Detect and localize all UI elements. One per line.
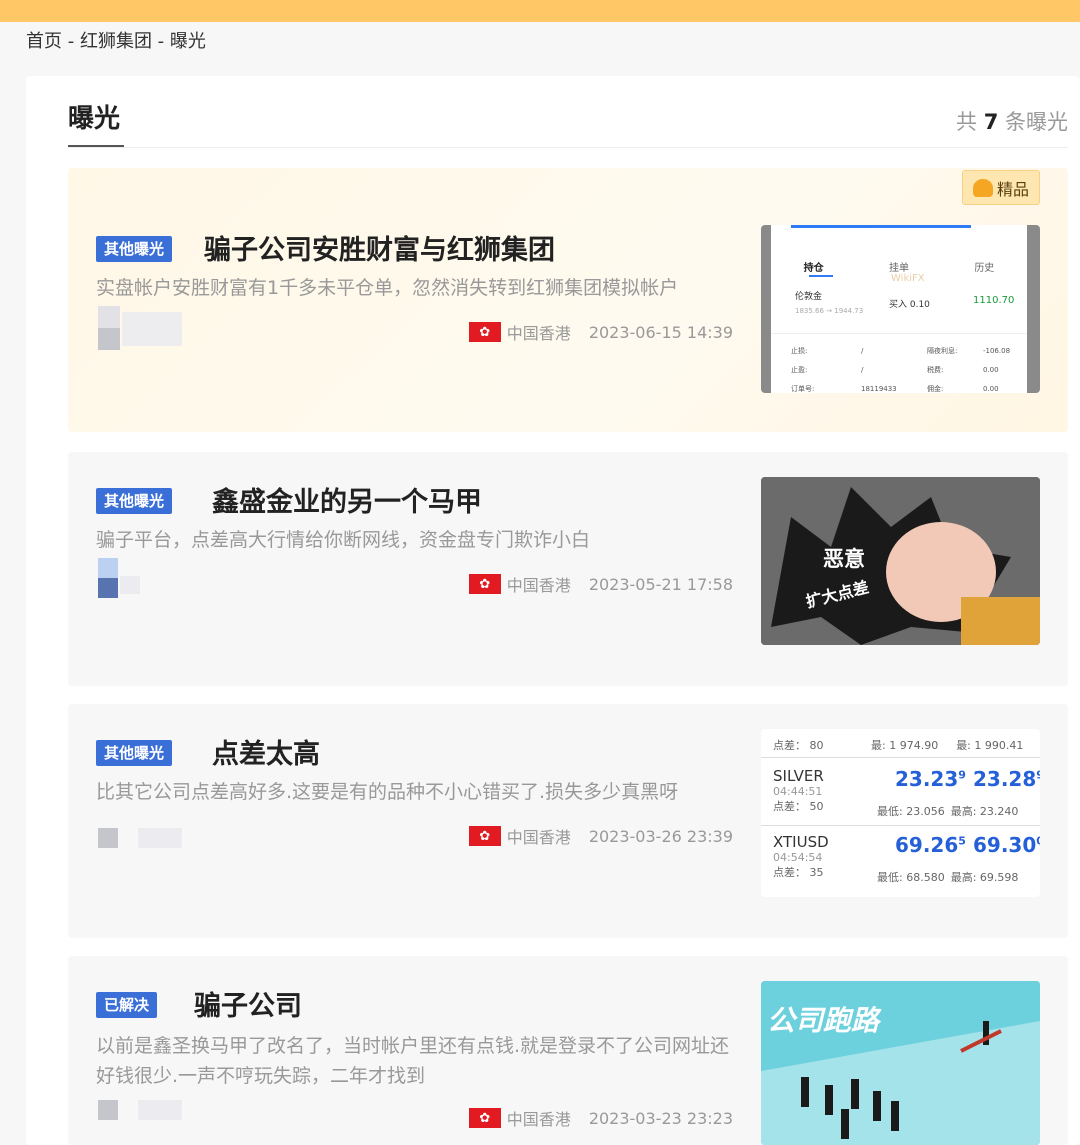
card-description: 骗子平台，点差高大行情给你断网线，资金盘专门欺诈小白	[96, 529, 591, 551]
thumb-bid-pip: 5	[958, 834, 966, 848]
thumb-bid: 69.26	[895, 833, 959, 857]
exposure-card[interactable]: 其他曝光 点差太高 比其它公司点差高好多.这要是有的品种不小心错买了.损失多少真…	[68, 704, 1068, 938]
thumb-label: 佣金:	[927, 385, 944, 393]
thumb-low: 最低: 68.580	[877, 871, 945, 884]
thumb-ask: 23.28	[973, 767, 1037, 791]
card-thumbnail[interactable]: 点差： 80 最: 1 974.90 最: 1 990.41 SILVER 04…	[761, 729, 1040, 897]
thumb-high: 最: 1 990.41	[956, 739, 1024, 752]
thumb-ask-pip: 9	[1036, 768, 1040, 781]
post-time: 2023-05-21 17:58	[588, 574, 733, 594]
thumb-low: 最: 1 974.90	[871, 739, 939, 752]
thumb-label: 税费:	[927, 366, 944, 374]
thumb-pnl: 1110.70	[973, 295, 1015, 306]
card-meta: ✿ 中国香港 2023-05-21 17:58	[468, 572, 733, 596]
user-avatar-blurred	[98, 810, 183, 856]
card-thumbnail[interactable]: 公司跑路	[761, 981, 1040, 1145]
count-suffix: 条曝光	[1005, 110, 1068, 134]
region-label: 中国香港	[506, 1110, 571, 1129]
thumb-ask: 69.30	[973, 833, 1037, 857]
thumb-low: 最低: 23.056	[877, 805, 945, 818]
category-tag: 其他曝光	[96, 236, 173, 262]
card-title[interactable]: 点差太高	[212, 732, 320, 771]
thumb-high: 最高: 23.240	[950, 805, 1019, 818]
thumb-label: 止盈:	[791, 366, 808, 374]
crown-icon	[972, 178, 993, 197]
title-divider	[68, 147, 1068, 148]
card-title[interactable]: 骗子公司	[194, 984, 302, 1023]
hong-kong-flag-icon: ✿	[468, 1108, 501, 1128]
breadcrumb: 首页 - 红狮集团 - 曝光	[26, 27, 206, 53]
breadcrumb-broker[interactable]: 红狮集团	[80, 31, 152, 52]
thumb-label: 隔夜利息:	[927, 347, 958, 355]
thumb-high: 最高: 69.598	[950, 871, 1019, 884]
card-description: 以前是鑫圣换马甲了改名了，当时帐户里还有点钱.就是登录不了公司网址还好钱很少.一…	[96, 1035, 730, 1087]
featured-label: 精品	[996, 179, 1029, 199]
category-tag: 其他曝光	[96, 488, 173, 514]
thumb-bid: 23.23	[895, 767, 959, 791]
thumb-range: 1835.66 → 1944.73	[795, 307, 864, 315]
card-title[interactable]: 鑫盛金业的另一个马甲	[212, 480, 482, 519]
thumb-tab: 持仓	[803, 263, 824, 274]
card-thumbnail[interactable]: 持仓 挂单 历史 伦敦金 1835.66 → 1944.73 买入 0.10 1…	[761, 225, 1040, 393]
exposure-card[interactable]: 精品 其他曝光 骗子公司安胜财富与红狮集团 实盘帐户安胜财富有1千多未平仓单，忽…	[68, 168, 1068, 432]
thumb-ask-pip: 0	[1036, 834, 1040, 847]
region-label: 中国香港	[506, 576, 571, 595]
thumb-value: /	[861, 366, 864, 374]
user-avatar-blurred	[98, 306, 183, 352]
category-tag: 已解决	[96, 992, 158, 1018]
panel-title: 曝光	[68, 104, 121, 134]
thumb-value: 0.00	[983, 366, 999, 374]
top-banner	[0, 0, 1080, 22]
card-title[interactable]: 骗子公司安胜财富与红狮集团	[204, 228, 555, 267]
thumb-caption: 公司跑路	[767, 1004, 880, 1037]
post-time: 2023-03-23 23:23	[588, 1108, 733, 1128]
breadcrumb-home[interactable]: 首页	[26, 31, 62, 52]
card-meta: ✿ 中国香港 2023-03-23 23:23	[468, 1106, 733, 1130]
exposure-card[interactable]: 已解决 骗子公司 以前是鑫圣换马甲了改名了，当时帐户里还有点钱.就是登录不了公司…	[68, 956, 1068, 1145]
post-time: 2023-03-26 23:39	[588, 826, 733, 846]
count-value: 7	[983, 110, 999, 134]
thumb-spread: 点差： 80	[773, 739, 824, 752]
thumb-label: 止损:	[791, 347, 808, 355]
thumb-label: 订单号:	[791, 385, 815, 393]
card-description: 实盘帐户安胜财富有1千多未平仓单，忽然消失转到红狮集团模拟帐户	[96, 277, 679, 299]
hong-kong-flag-icon: ✿	[468, 322, 501, 342]
breadcrumb-current: 曝光	[169, 31, 206, 52]
illustration-fist	[761, 477, 1040, 645]
breadcrumb-separator: -	[62, 31, 80, 52]
thumb-value: 18119433	[861, 385, 897, 393]
region-label: 中国香港	[506, 828, 571, 847]
hong-kong-flag-icon: ✿	[468, 574, 501, 594]
category-tag: 其他曝光	[96, 740, 173, 766]
breadcrumb-separator: -	[151, 31, 170, 52]
thumb-value: /	[861, 347, 864, 355]
thumb-action: 买入 0.10	[889, 300, 930, 310]
card-description: 比其它公司点差高好多.这要是有的品种不小心错买了.损失多少真黑呀	[96, 781, 679, 803]
thumb-tab: 历史	[974, 263, 995, 274]
count-prefix: 共	[956, 110, 977, 134]
thumb-caption: 恶意	[823, 547, 865, 571]
thumb-bid-pip: 9	[958, 768, 966, 782]
card-meta: ✿ 中国香港 2023-06-15 14:39	[468, 320, 733, 344]
thumb-symbol: 伦敦金	[795, 292, 823, 302]
region-label: 中国香港	[506, 324, 571, 343]
thumb-value: -106.08	[983, 347, 1011, 355]
thumb-value: 0.00	[983, 385, 999, 393]
user-avatar-blurred	[98, 558, 183, 604]
thumb-tab: 挂单	[888, 263, 909, 274]
card-thumbnail[interactable]: 恶意 扩大点差	[761, 477, 1040, 645]
exposure-count: 共 7 条曝光	[956, 106, 1068, 136]
watermark: WikiFX	[891, 273, 925, 284]
hong-kong-flag-icon: ✿	[468, 826, 501, 846]
featured-badge: 精品	[961, 170, 1040, 205]
card-meta: ✿ 中国香港 2023-03-26 23:39	[468, 824, 733, 848]
exposure-card[interactable]: 其他曝光 鑫盛金业的另一个马甲 骗子平台，点差高大行情给你断网线，资金盘专门欺诈…	[68, 452, 1068, 686]
post-time: 2023-06-15 14:39	[588, 322, 733, 342]
user-avatar-blurred	[98, 1100, 183, 1145]
